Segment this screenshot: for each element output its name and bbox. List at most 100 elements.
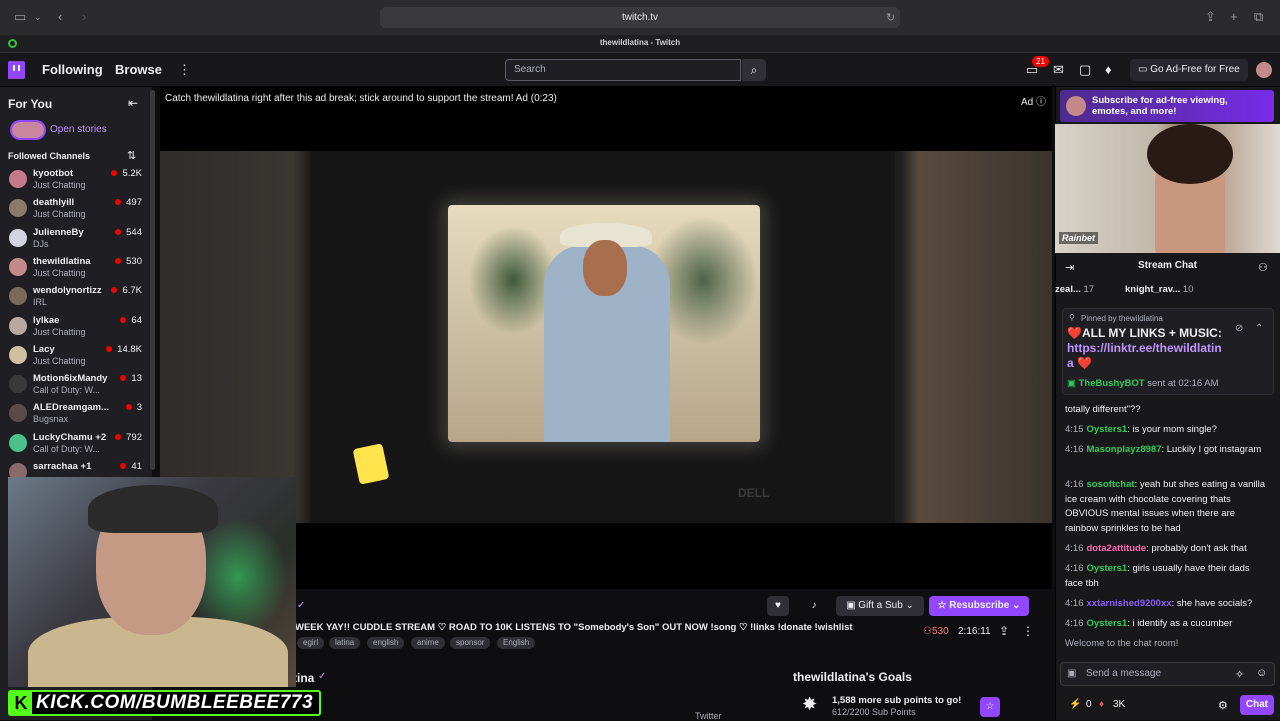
hide-pin-icon[interactable]: ⊘ — [1235, 323, 1243, 334]
channel-viewers: 497 — [115, 197, 142, 208]
channel-game: Just Chatting — [33, 180, 86, 190]
go-ad-free-button[interactable]: ▭ Go Ad-Free for Free — [1130, 59, 1248, 81]
share-icon[interactable]: ⇪ — [1205, 9, 1216, 25]
sidebar-scrollbar[interactable] — [150, 90, 155, 470]
streamer-headphones — [88, 485, 218, 533]
resubscribe-button[interactable]: ☆ Resubscribe ⌄ — [929, 596, 1029, 616]
whispers-icon[interactable]: ▢ — [1079, 62, 1091, 78]
chat-timestamp: 4:16 — [1065, 479, 1084, 490]
sidebar-channel-item[interactable]: Lacy Just Chatting 14.8K — [0, 341, 152, 369]
sidebar-channel-item[interactable]: JulienneBy DJs 544 — [0, 224, 152, 252]
chat-leader[interactable]: zeal... 17 — [1055, 284, 1094, 295]
stream-tag[interactable]: anime — [411, 637, 445, 649]
prime-crown-icon[interactable]: ♦ — [1105, 62, 1112, 77]
settings-gear-icon[interactable]: ⚙ — [1218, 699, 1228, 712]
notification-bell-button[interactable]: ♪ — [803, 596, 825, 616]
community-icon[interactable]: ⚇ — [1258, 261, 1268, 274]
stream-uptime: 2:16:11 — [958, 626, 991, 637]
search-input[interactable]: Search — [505, 59, 741, 81]
sidebar-channel-item[interactable]: thewildlatina Just Chatting 530 — [0, 253, 152, 281]
chat-send-button[interactable]: Chat — [1240, 695, 1274, 715]
sidebar-channel-item[interactable]: ALEDreamgam... Bugsnax 3 — [0, 399, 152, 427]
info-icon[interactable]: ⓘ — [1036, 97, 1046, 108]
ad-video-thumbnail[interactable]: Rainbet — [1055, 124, 1280, 253]
tabs-overview-icon[interactable]: ⧉ — [1254, 9, 1263, 25]
reload-icon[interactable]: ↻ — [886, 10, 895, 26]
user-avatar[interactable] — [1256, 62, 1272, 78]
search-icon[interactable]: ⌕ — [742, 59, 766, 81]
twitch-logo-icon[interactable] — [8, 61, 25, 79]
collapse-sidebar-icon[interactable]: ⇤ — [128, 96, 138, 110]
sidebar-toggle-icon[interactable]: ▭ — [14, 9, 26, 25]
url-text: twitch.tv — [621, 12, 659, 23]
chat-username[interactable]: xxtarnished9200xx — [1087, 598, 1172, 609]
sidebar-channel-item[interactable]: deathlyill Just Chatting 497 — [0, 194, 152, 222]
pinned-sender[interactable]: TheBushyBOT — [1079, 378, 1145, 389]
pinned-link[interactable]: https://linktr.ee/thewildlatin — [1067, 341, 1222, 355]
verified-icon: ✓ — [297, 600, 306, 611]
chevron-down-icon[interactable]: ⌄ — [34, 9, 42, 25]
subscribe-banner[interactable]: Subscribe for ad-free viewing, emotes, a… — [1060, 90, 1274, 122]
chat-timestamp: 4:15 — [1065, 424, 1084, 435]
chat-username[interactable]: Masonplayz8987 — [1087, 444, 1162, 455]
channel-viewers: 64 — [120, 315, 142, 326]
bot-badge-icon: ▣ — [1067, 378, 1079, 389]
follow-heart-button[interactable]: ♥ — [767, 596, 789, 616]
stream-tag[interactable]: english — [367, 637, 405, 649]
ad-message: Catch thewildlatina right after this ad … — [165, 93, 557, 104]
emote-picker-icon[interactable]: ✧ — [1235, 668, 1244, 681]
channel-game: DJs — [33, 238, 49, 249]
subscribe-banner-text: Subscribe for ad-free viewing, emotes, a… — [1092, 95, 1228, 117]
channel-viewers: 792 — [115, 432, 142, 443]
stories-avatars[interactable] — [10, 120, 46, 140]
more-icon[interactable]: ⋮ — [178, 62, 191, 78]
channel-game: Just Chatting — [33, 355, 86, 366]
sidebar-channel-item[interactable]: wendolynortizz IRL 6.7K — [0, 282, 152, 310]
share-stream-icon[interactable]: ⇪ — [999, 624, 1009, 638]
chat-badge-icon[interactable]: ▣ — [1067, 668, 1076, 679]
sidebar-channel-item[interactable]: LuckyChamu +2 Call of Duty: W... 792 — [0, 429, 152, 457]
goal-subscribe-button[interactable]: ☆ — [980, 697, 1000, 717]
inbox-icon[interactable]: ✉ — [1053, 62, 1064, 78]
smiley-icon[interactable]: ☺ — [1256, 667, 1267, 679]
chat-username[interactable]: Oysters1 — [1087, 563, 1128, 574]
sidebar-channel-item[interactable]: lylkae Just Chatting 64 — [0, 312, 152, 340]
forward-icon[interactable]: › — [82, 9, 86, 25]
chat-username[interactable]: Oysters1 — [1087, 424, 1128, 435]
open-stories-link[interactable]: Open stories — [50, 124, 107, 135]
chat-message: Welcome to the chat room! — [1065, 637, 1265, 652]
bits-icon[interactable]: ♦ — [1099, 699, 1104, 710]
kick-overlay-text: KICK.COM/BUMBLEEBEE773 — [36, 692, 314, 713]
sort-icon[interactable]: ⇅ — [127, 149, 136, 162]
channel-viewers: 5.2K — [111, 168, 142, 179]
stream-tag[interactable]: English — [497, 637, 536, 649]
channel-name-partial[interactable]: tina — [293, 671, 314, 685]
sidebar-channel-item[interactable]: Motion6ixMandy Call of Duty: W... 13 — [0, 370, 152, 398]
chat-username[interactable]: dota2attitude — [1087, 543, 1147, 554]
channel-points-icon[interactable]: ⚡ — [1069, 699, 1081, 710]
sidebar-channel-item[interactable]: kyootbot Just Chatting 5.2K — [0, 165, 152, 193]
stream-tag[interactable]: egirl — [297, 637, 325, 649]
tab-title[interactable]: thewildlatina - Twitch — [0, 38, 1280, 47]
address-bar[interactable]: twitch.tv — [380, 7, 900, 28]
chevron-up-icon[interactable]: ⌃ — [1255, 323, 1263, 334]
nav-browse[interactable]: Browse — [115, 62, 162, 77]
stream-tag[interactable]: sponsor — [450, 637, 491, 649]
ad-free-icon: ▭ — [1138, 64, 1151, 75]
chat-message: 4:16 dota2attitude: probably don't ask th… — [1065, 542, 1265, 557]
new-tab-icon[interactable]: + — [1230, 9, 1238, 25]
back-icon[interactable]: ‹ — [58, 9, 62, 25]
pinned-link-tail[interactable]: a — [1067, 356, 1074, 370]
chat-username[interactable]: sosoftchat — [1087, 479, 1135, 490]
stream-tag[interactable]: latina — [329, 637, 361, 649]
nav-following[interactable]: Following — [42, 62, 103, 77]
viewer-count: ⚇530 — [923, 626, 949, 637]
gift-sub-button[interactable]: ▣ Gift a Sub ⌄ — [836, 596, 924, 616]
more-options-icon[interactable]: ⋮ — [1022, 624, 1034, 638]
chat-leader[interactable]: knight_rav... 10 — [1125, 284, 1193, 295]
ad-label[interactable]: Ad ⓘ — [1021, 93, 1046, 108]
star-icon: ☆ — [937, 600, 950, 611]
chat-username[interactable]: Oysters1 — [1087, 618, 1128, 629]
goal-sub-points: 612/2200 Sub Points — [832, 707, 916, 717]
channel-name: Lacy — [33, 343, 55, 355]
